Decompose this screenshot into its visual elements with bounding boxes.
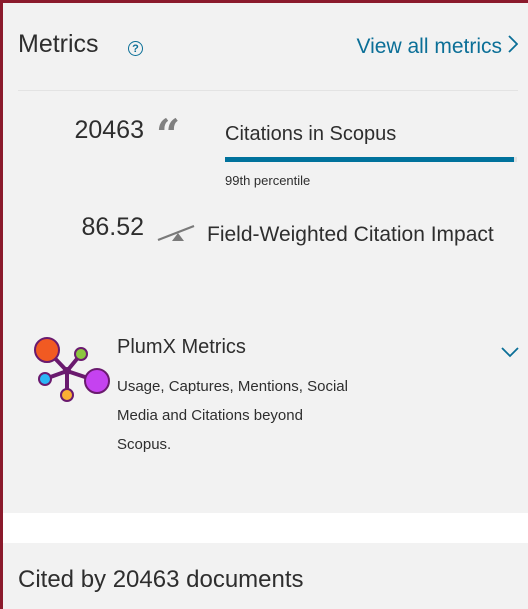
metrics-divider [18, 90, 518, 91]
chevron-right-icon[interactable] [508, 35, 519, 59]
citation-count: 20463 [74, 116, 144, 144]
balance-icon [156, 222, 198, 249]
question-circle-icon[interactable]: ? [128, 41, 143, 56]
plumx-title: PlumX Metrics [117, 336, 246, 358]
metrics-title: Metrics [18, 30, 99, 58]
citation-percentile-bar [225, 157, 517, 162]
chevron-down-icon[interactable] [501, 345, 519, 363]
quote-icon: “ [156, 110, 183, 159]
citation-percentile-bar-fill [225, 157, 515, 162]
cited-by-title: Cited by 20463 documents [18, 566, 304, 593]
panel-gap [3, 513, 528, 543]
view-all-metrics-label[interactable]: View all metrics [357, 35, 502, 59]
fwci-label: Field-Weighted Citation Impact [207, 223, 494, 246]
plumx-description: Usage, Captures, Mentions, Social Media … [117, 378, 348, 453]
citation-percentile: 99th percentile [225, 173, 311, 188]
plumx-logo [33, 333, 113, 408]
view-all-metrics-link[interactable]: View all metrics [357, 35, 519, 59]
fwci-value: 86.52 [81, 213, 144, 241]
citations-label: Citations in Scopus [225, 123, 397, 145]
